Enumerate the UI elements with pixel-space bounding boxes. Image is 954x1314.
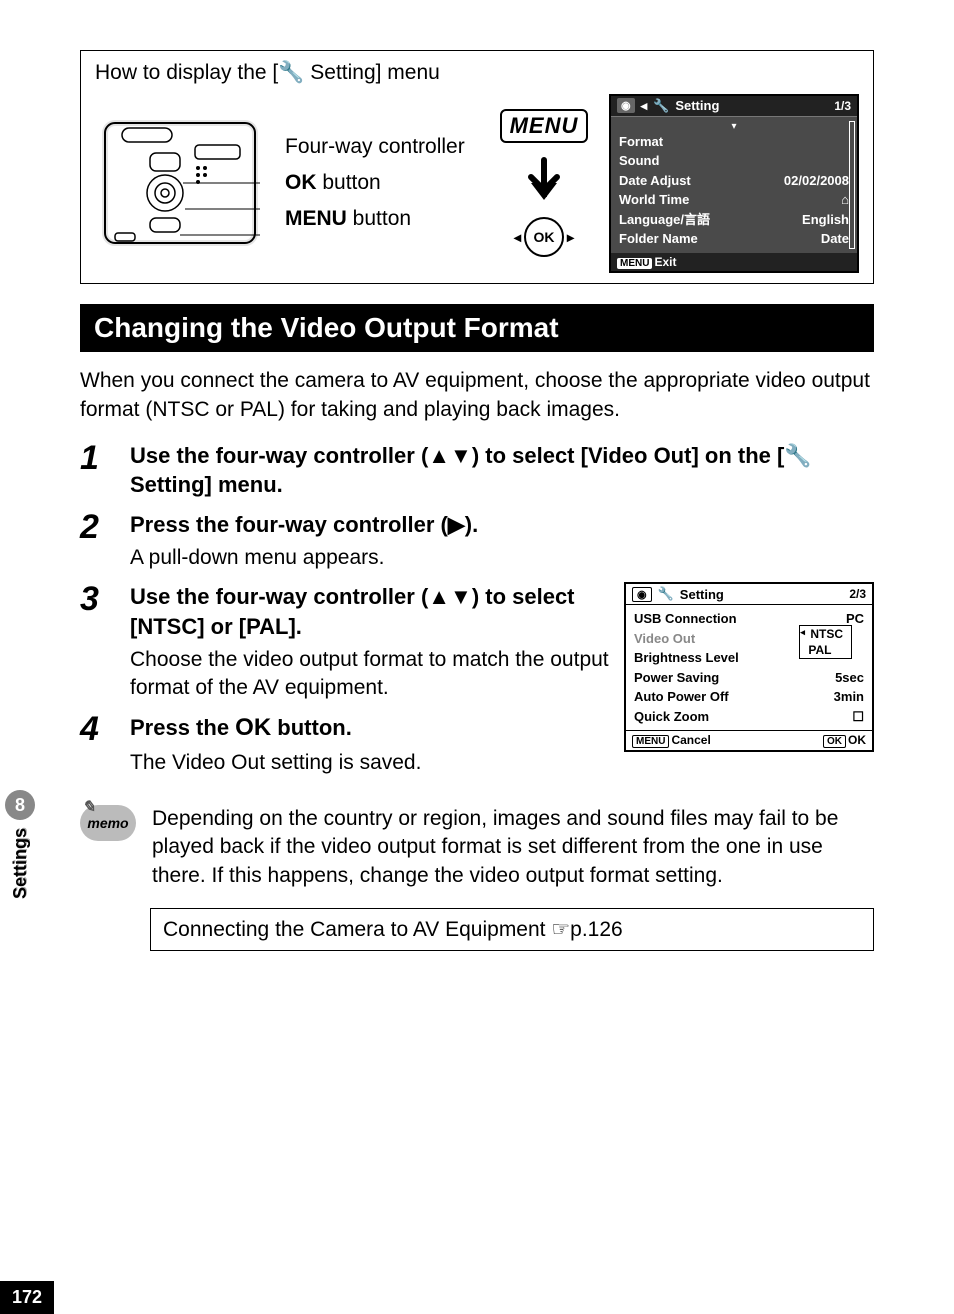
step-number: 4 xyxy=(80,712,110,777)
cross-reference-box: Connecting the Camera to AV Equipment ☞p… xyxy=(150,908,874,951)
wrench-icon: 🔧 xyxy=(653,98,669,114)
wrench-icon: 🔧 xyxy=(784,443,811,468)
screen-title: Setting xyxy=(675,98,719,113)
tab-arrow-icon: ◂ xyxy=(641,98,648,114)
label: Power Saving xyxy=(634,668,719,688)
camera-icon: ◉ xyxy=(617,98,635,113)
menu-row: Date Adjust 02/02/2008 xyxy=(619,171,849,191)
screen-page-indicator: 1/3 xyxy=(834,99,851,113)
cancel-label: Cancel xyxy=(671,733,710,747)
value: Date xyxy=(821,229,849,249)
text: button xyxy=(317,171,381,194)
label: Auto Power Off xyxy=(634,687,729,707)
button-flow: MENU OK xyxy=(489,109,599,257)
text: How to display the [ xyxy=(95,61,278,84)
label: Folder Name xyxy=(619,229,698,249)
screen-page-indicator: 2/3 xyxy=(849,587,866,601)
menu-row: Format xyxy=(619,132,849,152)
menu-row: Sound xyxy=(619,151,849,171)
step-description: The Video Out setting is saved. xyxy=(130,749,610,777)
menu-pill: MENU xyxy=(632,735,669,748)
ok-label: OK xyxy=(848,733,866,747)
screen-footer: MENUCancel OKOK xyxy=(626,730,872,750)
ok-button-label: OK button xyxy=(285,165,479,201)
box-title: How to display the [🔧 Setting] menu xyxy=(95,61,859,85)
step-title: Press the OK button. xyxy=(130,712,610,744)
label: World Time xyxy=(619,190,689,210)
how-to-display-box: How to display the [🔧 Setting] menu xyxy=(80,50,874,284)
option-ntsc: ◂NTSC xyxy=(800,626,851,642)
text: Setting] menu. xyxy=(130,472,283,497)
label: Date Adjust xyxy=(619,171,691,191)
text: MENU xyxy=(285,207,347,230)
text: OK xyxy=(285,171,317,194)
value: 02/02/2008 xyxy=(784,171,849,191)
text: Use the four-way controller (▲▼) to sele… xyxy=(130,443,784,468)
step-number: 2 xyxy=(80,510,110,572)
screen-title: Setting xyxy=(680,587,724,602)
value: ☐ xyxy=(852,707,864,727)
label: USB Connection xyxy=(634,609,737,629)
menu-row: World Time ⌂ xyxy=(619,190,849,210)
wrench-icon: 🔧 xyxy=(658,586,674,602)
lcd-screen-setting-2: ◉ 🔧 Setting 2/3 USB ConnectionPC Video O… xyxy=(624,582,874,752)
menu-row: Power Saving 5sec xyxy=(634,668,864,688)
step-title: Use the four-way controller (▲▼) to sele… xyxy=(130,441,874,500)
label: Video Out xyxy=(634,629,695,649)
fourway-label: Four-way controller xyxy=(285,129,479,165)
menu-row: Quick Zoom ☐ xyxy=(634,707,864,727)
intro-text: When you connect the camera to AV equipm… xyxy=(80,366,874,425)
step-description: Choose the video output format to match … xyxy=(130,646,610,703)
menu-row: Folder Name Date xyxy=(619,229,849,249)
text: Setting] menu xyxy=(304,61,439,84)
arrow-down-icon xyxy=(519,155,569,205)
step-3: 3 Use the four-way controller (▲▼) to se… xyxy=(80,582,610,702)
menu-button-icon: MENU xyxy=(500,109,589,143)
text: button. xyxy=(271,715,352,740)
step-2: 2 Press the four-way controller (▶). A p… xyxy=(80,510,874,572)
label: Quick Zoom xyxy=(634,707,709,727)
step-number: 1 xyxy=(80,441,110,500)
page-number: 172 xyxy=(0,1281,54,1314)
lcd-screen-setting-1: ◉ ◂ 🔧 Setting 1/3 ▾ Format Sound Date Ad… xyxy=(609,94,859,273)
section-heading: Changing the Video Output Format xyxy=(80,304,874,352)
ok-text: OK xyxy=(235,714,271,741)
menu-pill: MENU xyxy=(617,258,652,269)
memo-text: Depending on the country or region, imag… xyxy=(152,805,874,890)
screen-footer: MENUExit xyxy=(611,253,857,271)
down-arrow-icon: ▾ xyxy=(619,121,849,132)
text: button xyxy=(347,207,411,230)
memo-icon: memo xyxy=(80,805,136,841)
ok-pill: OK xyxy=(823,735,846,748)
label: Format xyxy=(619,132,663,152)
menu-button-label: MENU button xyxy=(285,201,479,237)
label: Brightness Level xyxy=(634,648,739,668)
step-title: Use the four-way controller (▲▼) to sele… xyxy=(130,582,610,641)
value: ⌂ xyxy=(841,190,849,210)
step-title: Press the four-way controller (▶). xyxy=(130,510,874,540)
option-pal: PAL xyxy=(800,642,851,658)
value: 3min xyxy=(834,687,864,707)
exit-label: Exit xyxy=(654,255,676,269)
label: Sound xyxy=(619,151,659,171)
ok-button-icon: OK xyxy=(524,217,564,257)
camera-icon: ◉ xyxy=(632,587,652,602)
step-number: 3 xyxy=(80,582,110,702)
menu-row: Language/言語 English xyxy=(619,210,849,230)
step-1: 1 Use the four-way controller (▲▼) to se… xyxy=(80,441,874,500)
step-4: 4 Press the OK button. The Video Out set… xyxy=(80,712,610,777)
memo-note: memo Depending on the country or region,… xyxy=(80,805,874,890)
value: 5sec xyxy=(835,668,864,688)
camera-illustration xyxy=(95,93,275,273)
scrollbar xyxy=(849,121,855,249)
wrench-icon: 🔧 xyxy=(278,61,304,85)
step-description: A pull-down menu appears. xyxy=(130,544,874,572)
menu-row: Auto Power Off 3min xyxy=(634,687,864,707)
value: English xyxy=(802,210,849,230)
label: Language/言語 xyxy=(619,210,710,230)
text: Press the xyxy=(130,715,235,740)
video-out-dropdown: ◂NTSC PAL xyxy=(799,625,852,659)
control-labels: Four-way controller OK button MENU butto… xyxy=(285,129,479,236)
